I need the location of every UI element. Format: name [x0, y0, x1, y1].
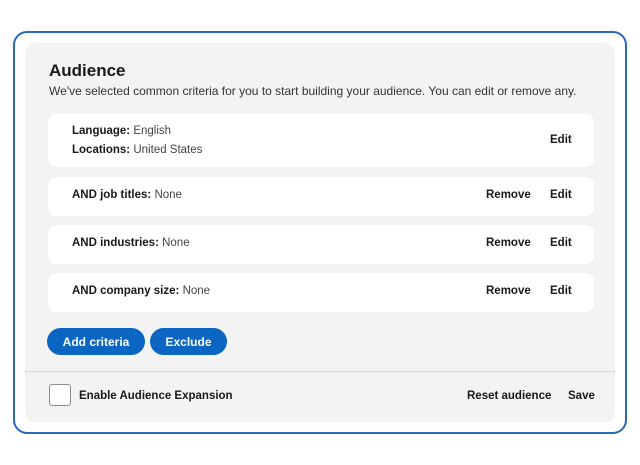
criteria-card-language-location: Language: English Locations: United Stat…	[48, 114, 594, 167]
criteria-line-language: Language: English	[72, 125, 171, 137]
criteria-label: Locations:	[72, 144, 131, 156]
exclude-button[interactable]: Exclude	[150, 328, 227, 355]
criteria-card-job-titles: AND job titles: None Remove Edit	[48, 177, 594, 216]
criteria-label: AND job titles:	[72, 189, 152, 201]
remove-job-titles-button[interactable]: Remove	[486, 189, 531, 201]
criteria-label: AND industries:	[72, 237, 159, 249]
criteria-value: United States	[133, 144, 203, 156]
audience-panel: Audience We've selected common criteria …	[25, 43, 615, 422]
section-subtitle: We've selected common criteria for you t…	[49, 84, 577, 98]
criteria-label: AND company size:	[72, 285, 180, 297]
criteria-card-industries: AND industries: None Remove Edit	[48, 225, 594, 264]
add-criteria-button[interactable]: Add criteria	[47, 328, 145, 355]
save-button[interactable]: Save	[568, 390, 595, 402]
criteria-card-company-size: AND company size: None Remove Edit	[48, 273, 594, 312]
criteria-line-company-size: AND company size: None	[72, 285, 210, 297]
edit-company-size-button[interactable]: Edit	[550, 285, 572, 297]
criteria-value: None	[162, 237, 190, 249]
reset-audience-button[interactable]: Reset audience	[467, 390, 551, 402]
criteria-value: None	[154, 189, 182, 201]
criteria-line-job-titles: AND job titles: None	[72, 189, 182, 201]
audience-expansion-checkbox[interactable]	[49, 384, 71, 406]
audience-frame: Audience We've selected common criteria …	[13, 31, 627, 434]
edit-job-titles-button[interactable]: Edit	[550, 189, 572, 201]
audience-expansion-label: Enable Audience Expansion	[79, 390, 233, 402]
criteria-value: English	[133, 125, 172, 137]
criteria-value: None	[182, 285, 211, 297]
section-title: Audience	[49, 61, 126, 80]
criteria-line-industries: AND industries: None	[72, 237, 190, 249]
remove-company-size-button[interactable]: Remove	[486, 285, 531, 297]
criteria-label: Language:	[72, 125, 131, 137]
remove-industries-button[interactable]: Remove	[486, 237, 531, 249]
edit-industries-button[interactable]: Edit	[550, 237, 572, 249]
edit-language-location-button[interactable]: Edit	[550, 134, 572, 146]
criteria-line-locations: Locations: United States	[72, 144, 202, 156]
footer-divider	[25, 371, 615, 372]
